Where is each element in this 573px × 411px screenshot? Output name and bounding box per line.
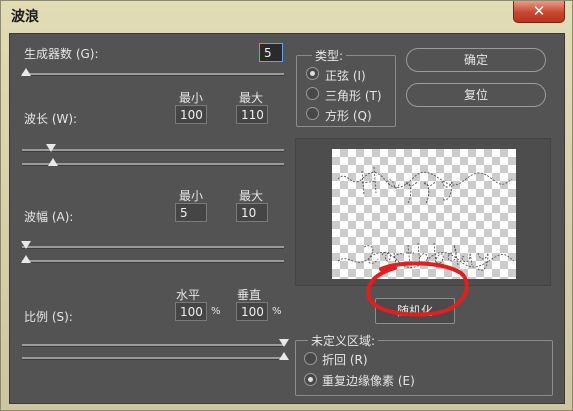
scale-horizontal-slider-track[interactable] — [22, 344, 284, 347]
amplitude-max-label: 最大 — [239, 189, 264, 203]
wave-dialog: 波浪 ✕ 生成器数 (G): 最小 最大 波长 (W): 最小 最大 波幅 (A… — [0, 0, 573, 411]
wavelength-max-slider-thumb[interactable] — [46, 144, 56, 152]
scale-horizontal-slider-thumb[interactable] — [279, 339, 289, 347]
title-bar[interactable]: 波浪 ✕ — [1, 1, 572, 31]
amplitude-label: 波幅 (A): — [24, 210, 74, 224]
generators-slider-thumb[interactable] — [21, 68, 31, 76]
scale-horizontal-unit: % — [211, 306, 221, 317]
reset-button[interactable]: 复位 — [406, 83, 546, 107]
undefined-area-title: 未定义区域: — [308, 332, 379, 349]
wavelength-min-slider-track[interactable] — [22, 163, 284, 166]
amplitude-max-input[interactable] — [236, 203, 268, 222]
scale-vertical-slider-track[interactable] — [22, 357, 284, 360]
wrap-around-radio[interactable] — [304, 352, 317, 365]
sine-label[interactable]: 正弦 (I) — [325, 67, 366, 84]
amplitude-min-label: 最小 — [179, 189, 204, 203]
wavelength-max-input[interactable] — [236, 105, 268, 124]
wavelength-max-label: 最大 — [239, 91, 264, 105]
preview-panel — [295, 138, 551, 286]
square-radio[interactable] — [306, 107, 319, 120]
close-button[interactable]: ✕ — [513, 1, 565, 23]
scale-vertical-label: 垂直 — [237, 288, 262, 302]
amplitude-min-slider-track[interactable] — [22, 260, 284, 263]
amplitude-min-input[interactable] — [175, 203, 207, 222]
generators-slider-track[interactable] — [22, 73, 284, 76]
square-label[interactable]: 方形 (Q) — [325, 107, 372, 124]
wavelength-label: 波长 (W): — [24, 112, 78, 126]
amplitude-max-slider-track[interactable] — [22, 246, 284, 249]
scale-vertical-slider-thumb[interactable] — [279, 352, 289, 360]
dialog-content: 生成器数 (G): 最小 最大 波长 (W): 最小 最大 波幅 (A): 水平… — [9, 33, 565, 404]
ok-button[interactable]: 确定 — [406, 48, 546, 72]
preview-image — [332, 149, 516, 279]
generators-label: 生成器数 (G): — [24, 47, 99, 61]
wavelength-min-input[interactable] — [175, 105, 207, 124]
scale-vertical-unit: % — [272, 306, 282, 317]
window-title: 波浪 — [11, 9, 39, 25]
wavelength-max-slider-track[interactable] — [22, 149, 284, 152]
triangle-radio[interactable] — [306, 87, 319, 100]
repeat-edge-pixels-label[interactable]: 重复边缘像素 (E) — [322, 372, 415, 389]
close-icon: ✕ — [532, 2, 546, 20]
amplitude-max-slider-thumb[interactable] — [21, 241, 31, 249]
repeat-edge-pixels-radio[interactable] — [304, 373, 317, 386]
wavelength-min-label: 最小 — [179, 91, 204, 105]
randomize-button[interactable]: 随机化 — [375, 298, 455, 324]
scale-label: 比例 (S): — [24, 310, 73, 324]
amplitude-min-slider-thumb[interactable] — [21, 255, 31, 263]
scale-horizontal-label: 水平 — [176, 288, 201, 302]
wave-type-title: 类型: — [312, 47, 347, 64]
scale-horizontal-input[interactable] — [175, 302, 207, 321]
wavelength-min-slider-thumb[interactable] — [48, 158, 58, 166]
wrap-around-label[interactable]: 折回 (R) — [322, 351, 368, 368]
triangle-label[interactable]: 三角形 (T) — [325, 87, 382, 104]
wavy-text-art — [337, 166, 515, 271]
generators-input[interactable] — [259, 43, 283, 62]
sine-radio[interactable] — [306, 67, 319, 80]
scale-vertical-input[interactable] — [236, 302, 268, 321]
